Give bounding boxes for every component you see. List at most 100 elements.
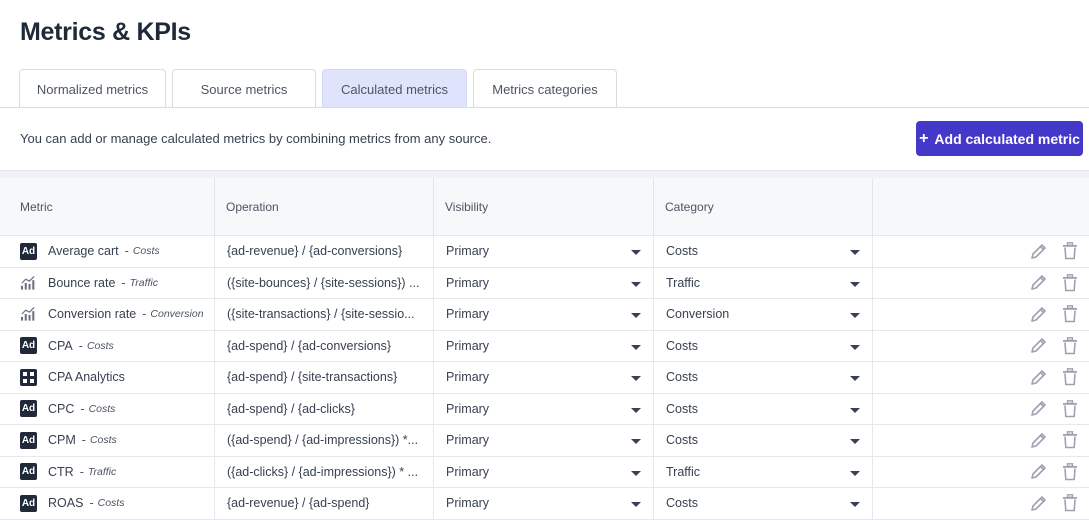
operation-text: ({site-bounces} / {site-sessions}) ... <box>227 275 420 290</box>
tab-calculated-metrics[interactable]: Calculated metrics <box>322 69 467 108</box>
category-value: Costs <box>666 244 698 259</box>
actions-cell <box>873 394 1089 425</box>
table-row: Conversion rate - Conversion ({site-trans… <box>0 299 1089 331</box>
ad-icon: Ad <box>20 494 37 512</box>
category-select[interactable]: Costs <box>654 236 873 267</box>
operation-cell: {ad-revenue} / {ad-conversions} <box>215 236 434 267</box>
visibility-value: Primary <box>446 244 490 259</box>
metric-category-tag: Costs <box>132 245 160 258</box>
trash-icon[interactable] <box>1061 494 1079 512</box>
header-metric: Metric <box>0 178 215 235</box>
pencil-icon[interactable] <box>1029 368 1047 386</box>
chevron-down-icon <box>631 281 641 287</box>
trash-icon[interactable] <box>1061 242 1079 260</box>
chevron-down-icon <box>631 502 641 508</box>
grid-app-icon <box>20 368 37 386</box>
table-row: Ad Average cart - Costs {ad-revenue} / {a… <box>0 236 1089 268</box>
category-select[interactable]: Costs <box>654 425 873 456</box>
metric-name: CPC <box>48 401 75 416</box>
analytics-chart-icon <box>20 274 37 291</box>
metric-dash: - <box>89 496 94 511</box>
visibility-value: Primary <box>446 496 490 511</box>
category-value: Costs <box>666 370 698 385</box>
add-calculated-metric-button[interactable]: + Add calculated metric <box>916 121 1083 156</box>
category-value: Costs <box>666 496 698 511</box>
category-select[interactable]: Costs <box>654 393 873 424</box>
operation-text: {ad-spend} / {ad-conversions} <box>227 338 392 353</box>
ad-icon: Ad <box>20 400 37 418</box>
chevron-down-icon <box>850 439 860 445</box>
metric-dash: - <box>142 307 147 322</box>
header-actions <box>873 178 1089 235</box>
trash-icon[interactable] <box>1061 273 1079 292</box>
metric-name: CPA Analytics <box>48 370 125 385</box>
intro-text: You can add or manage calculated metrics… <box>20 131 492 146</box>
metric-name: ROAS <box>48 496 84 511</box>
actions-cell <box>873 268 1089 299</box>
table-row: Ad ROAS - Costs {ad-revenue} / {ad-spend}… <box>0 488 1089 520</box>
metric-category-tag: Conversion <box>150 308 204 321</box>
category-value: Costs <box>666 401 698 416</box>
trash-icon[interactable] <box>1061 462 1079 481</box>
trash-icon[interactable] <box>1061 399 1079 418</box>
metric-cell: Ad CTR - Traffic <box>0 456 215 487</box>
visibility-select[interactable]: Primary <box>434 488 654 519</box>
trash-icon[interactable] <box>1061 336 1079 355</box>
pencil-icon[interactable] <box>1029 431 1047 449</box>
operation-text: {ad-revenue} / {ad-spend} <box>227 496 370 511</box>
category-select[interactable]: Conversion <box>654 299 873 330</box>
chevron-down-icon <box>631 470 641 476</box>
analytics-chart-icon <box>20 306 37 323</box>
chevron-down-icon <box>631 439 641 445</box>
chevron-down-icon <box>631 250 641 256</box>
ad-icon: Ad <box>20 337 37 355</box>
metric-dash: - <box>81 433 86 448</box>
pencil-icon[interactable] <box>1029 400 1047 418</box>
table-row: CPA Analytics {ad-spend} / {site-transac… <box>0 362 1089 394</box>
visibility-select[interactable]: Primary <box>434 267 654 298</box>
pencil-icon[interactable] <box>1029 463 1047 481</box>
visibility-select[interactable]: Primary <box>434 456 654 487</box>
pencil-icon[interactable] <box>1029 242 1047 260</box>
metric-cell: Conversion rate - Conversion <box>0 299 215 330</box>
pencil-icon[interactable] <box>1029 305 1047 323</box>
operation-text: ({ad-clicks} / {ad-impressions}) * ... <box>227 464 419 479</box>
visibility-value: Primary <box>446 338 490 353</box>
metric-name: Bounce rate <box>48 275 116 290</box>
ad-icon: Ad <box>20 463 37 481</box>
metric-dash: - <box>121 275 126 290</box>
category-select[interactable]: Traffic <box>654 267 873 298</box>
metric-cell: Ad CPA - Costs <box>0 330 215 361</box>
visibility-select[interactable]: Primary <box>434 393 654 424</box>
plus-icon: + <box>919 129 929 147</box>
visibility-select[interactable]: Primary <box>434 362 654 393</box>
category-select[interactable]: Traffic <box>654 456 873 487</box>
operation-cell: {ad-revenue} / {ad-spend} <box>215 488 434 519</box>
chevron-down-icon <box>850 313 860 319</box>
trash-icon[interactable] <box>1061 305 1079 323</box>
chevron-down-icon <box>850 470 860 476</box>
section-divider <box>0 170 1089 178</box>
metric-cell: Ad Average cart - Costs <box>0 236 215 267</box>
visibility-select[interactable]: Primary <box>434 236 654 267</box>
chevron-down-icon <box>850 344 860 350</box>
metric-name: CTR <box>48 464 74 479</box>
tab-metrics-categories[interactable]: Metrics categories <box>473 69 617 108</box>
pencil-icon[interactable] <box>1029 494 1047 512</box>
metric-name: CPA <box>48 338 73 353</box>
visibility-select[interactable]: Primary <box>434 330 654 361</box>
trash-icon[interactable] <box>1061 368 1079 386</box>
tab-normalized-metrics[interactable]: Normalized metrics <box>19 69 166 108</box>
pencil-icon[interactable] <box>1029 274 1047 292</box>
category-select[interactable]: Costs <box>654 330 873 361</box>
metric-cell: CPA Analytics <box>0 362 215 393</box>
ad-icon: Ad <box>20 431 37 449</box>
visibility-value: Primary <box>446 370 490 385</box>
category-select[interactable]: Costs <box>654 362 873 393</box>
visibility-select[interactable]: Primary <box>434 299 654 330</box>
tab-source-metrics[interactable]: Source metrics <box>172 69 316 108</box>
trash-icon[interactable] <box>1061 431 1079 449</box>
visibility-select[interactable]: Primary <box>434 425 654 456</box>
pencil-icon[interactable] <box>1029 337 1047 355</box>
category-select[interactable]: Costs <box>654 488 873 519</box>
